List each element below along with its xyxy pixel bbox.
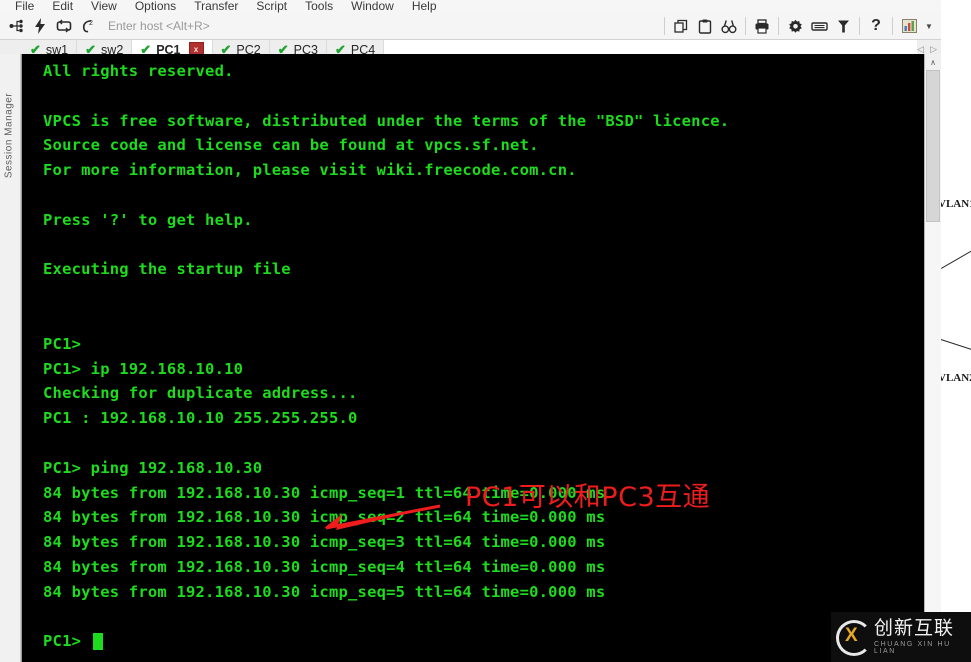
- vlan-label-top: VLAN10: [938, 198, 971, 210]
- menu-item-options[interactable]: Options: [126, 0, 185, 13]
- help-icon[interactable]: ?: [864, 15, 888, 37]
- print-icon[interactable]: [750, 15, 774, 37]
- annotation-arrow-icon: [324, 504, 441, 530]
- toolbar-separator-4: [859, 17, 860, 35]
- quick-connect-icon[interactable]: [28, 15, 52, 37]
- find-icon[interactable]: [717, 15, 741, 37]
- session-manager-rail[interactable]: Session Manager: [0, 54, 21, 662]
- menu-item-file[interactable]: File: [6, 0, 43, 13]
- connect-icon[interactable]: [4, 15, 28, 37]
- watermark-chinese: 创新互联: [874, 617, 955, 639]
- terminal-screen[interactable]: All rights reserved. VPCS is free softwa…: [22, 54, 924, 662]
- toolbar: 2 Enter host <Alt+R> ? ▼: [0, 13, 941, 40]
- watermark-logo-icon: X: [836, 620, 872, 656]
- copy-icon[interactable]: [669, 15, 693, 37]
- menu-item-tools[interactable]: Tools: [296, 0, 342, 13]
- svg-text:2: 2: [89, 20, 93, 27]
- disconnect-icon[interactable]: 2: [76, 15, 100, 37]
- terminal-cursor: [92, 633, 103, 651]
- session-manager-label: Session Manager: [3, 92, 15, 179]
- toolbar-separator-5: [892, 17, 893, 35]
- scroll-up-icon[interactable]: ∧: [925, 54, 941, 70]
- terminal-output: All rights reserved. VPCS is free softwa…: [43, 62, 730, 651]
- scrollbar-thumb[interactable]: [926, 70, 940, 222]
- securecrt-window: File Edit View Options Transfer Script T…: [0, 0, 941, 662]
- host-input[interactable]: Enter host <Alt+R>: [100, 16, 660, 36]
- scrollbar-track[interactable]: [925, 70, 941, 646]
- watermark-text: 创新互联 CHUANG XIN HU LIAN: [874, 617, 971, 656]
- watermark-pinyin: CHUANG XIN HU LIAN: [874, 641, 951, 655]
- host-dropdown-arrow[interactable]: ▼: [921, 16, 937, 36]
- toolbar-separator-3: [778, 17, 779, 35]
- paste-icon[interactable]: [693, 15, 717, 37]
- watermark-logo-letter: X: [845, 625, 858, 646]
- vlan-label-bottom: VLAN20: [938, 372, 971, 384]
- watermark: X 创新互联 CHUANG XIN HU LIAN: [831, 612, 971, 662]
- menu-item-window[interactable]: Window: [342, 0, 403, 13]
- menu-bar: File Edit View Options Transfer Script T…: [0, 0, 941, 13]
- terminal-area: All rights reserved. VPCS is free softwa…: [21, 54, 941, 662]
- reconnect-icon[interactable]: [52, 15, 76, 37]
- toolbar-separator-2: [745, 17, 746, 35]
- menu-item-help[interactable]: Help: [403, 0, 446, 13]
- menu-item-edit[interactable]: Edit: [43, 0, 82, 13]
- filter-icon[interactable]: [831, 15, 855, 37]
- menu-item-script[interactable]: Script: [247, 0, 296, 13]
- menu-item-transfer[interactable]: Transfer: [185, 0, 247, 13]
- toolbar-separator-1: [664, 17, 665, 35]
- diagram-link-line-upper: [941, 238, 971, 269]
- gear-icon[interactable]: [783, 15, 807, 37]
- terminal-scrollbar[interactable]: ∧ ∨: [924, 54, 941, 662]
- keyboard-icon[interactable]: [807, 15, 831, 37]
- annotation-label: PC1可以和PC3互通: [465, 482, 711, 513]
- menu-item-view[interactable]: View: [82, 0, 126, 13]
- chart-icon[interactable]: [897, 15, 921, 37]
- diagram-link-line-lower: [940, 339, 971, 359]
